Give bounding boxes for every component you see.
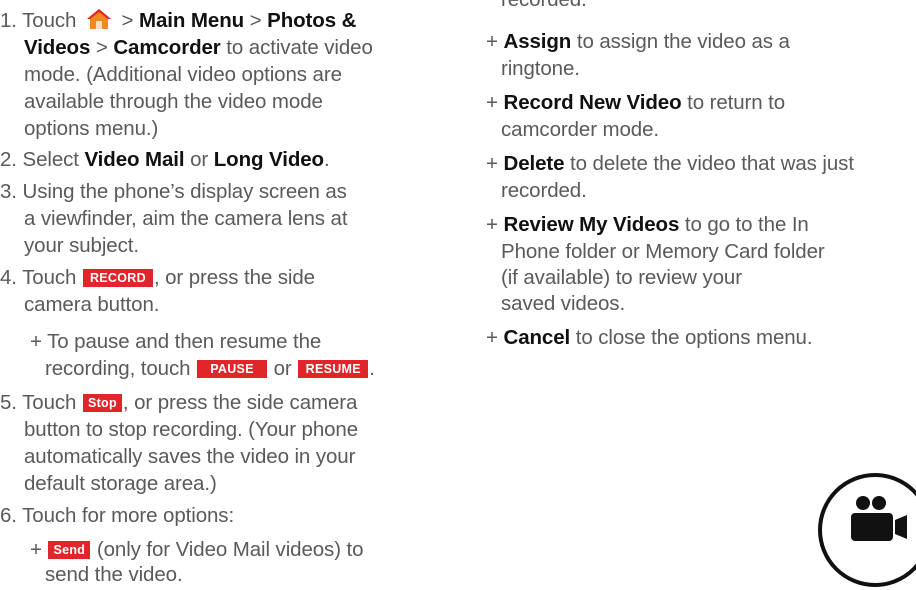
stop-button[interactable]: Stop xyxy=(82,394,122,412)
send-button[interactable]: Send xyxy=(48,541,91,559)
step-6-line-1: 6. Touch for more options: xyxy=(0,504,235,527)
step-1-line-1: 1. Touch > Main Menu > Photos & xyxy=(0,9,357,32)
delete-line-2: recorded. xyxy=(501,179,587,202)
resume-button[interactable]: RESUME xyxy=(298,360,369,378)
pause-button[interactable]: PAUSE xyxy=(197,360,268,378)
step-3-line-2: a viewfinder, aim the camera lens at xyxy=(24,207,348,230)
assign-line-1: + Assign to assign the video as a xyxy=(486,30,790,53)
record-button[interactable]: RECORD xyxy=(82,269,153,287)
assign-line-2: ringtone. xyxy=(501,57,580,80)
step-4-line-1: 4. Touch RECORD, or press the side xyxy=(0,266,315,289)
step-3-line-1: 3. Using the phone’s display screen as xyxy=(0,180,347,203)
step-1-line-5: options menu.) xyxy=(24,117,159,140)
step-1-line-2: Videos > Camcorder to activate video xyxy=(24,36,373,59)
review-line-4: saved videos. xyxy=(501,292,626,315)
review-line-1: + Review My Videos to go to the In xyxy=(486,213,809,236)
review-line-3: (if available) to review your xyxy=(501,266,742,289)
step-4-line-2: camera button. xyxy=(24,293,160,316)
step-5-line-4: default storage area.) xyxy=(24,472,217,495)
review-line-2: Phone folder or Memory Card folder xyxy=(501,240,825,263)
camcorder-icon xyxy=(818,473,916,587)
step-5-line-1: 5. Touch Stop, or press the side camera xyxy=(0,391,358,414)
step-4-sub-line-2: recording, touch PAUSE or RESUME. xyxy=(45,357,375,380)
cancel-line-1: + Cancel to close the options menu. xyxy=(486,326,813,349)
delete-line-1: + Delete to delete the video that was ju… xyxy=(486,152,854,175)
step-5-line-3: automatically saves the video in your xyxy=(24,445,356,468)
step-5-line-2: button to stop recording. (Your phone xyxy=(24,418,359,441)
step-6-sub-line-2: send the video. xyxy=(45,563,183,586)
step-4-sub-line-1: + To pause and then resume the xyxy=(30,330,322,353)
step-1-line-3: mode. (Additional video options are xyxy=(24,63,342,86)
recorded-continuation: recorded. xyxy=(501,0,587,12)
record-new-line-1: + Record New Video to return to xyxy=(486,91,786,114)
step-6-sub-line-1: + Send (only for Video Mail videos) to xyxy=(30,538,364,561)
step-2-line-1: 2. Select Video Mail or Long Video. xyxy=(0,148,330,171)
step-3-line-3: your subject. xyxy=(24,234,139,257)
home-icon xyxy=(86,9,111,29)
step-1-line-4: available through the video mode xyxy=(24,90,323,113)
record-new-line-2: camcorder mode. xyxy=(501,118,660,141)
